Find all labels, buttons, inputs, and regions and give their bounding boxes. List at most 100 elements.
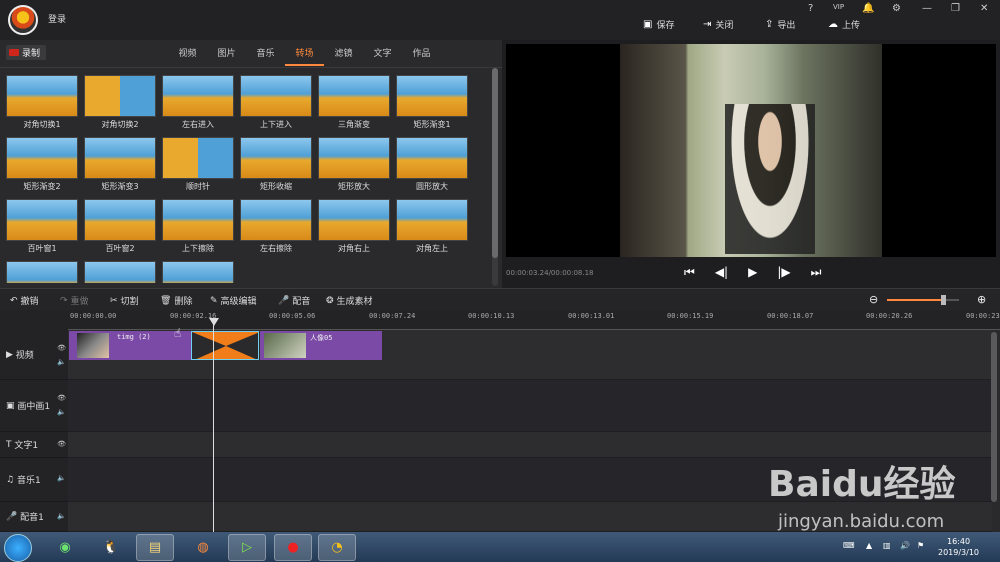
tab-image[interactable]: 图片 [207, 46, 246, 66]
transition-tile[interactable]: 对角切换2 [84, 75, 156, 131]
scroll-thumb[interactable] [492, 68, 498, 258]
eye-icon[interactable]: 👁 [57, 344, 66, 352]
transition-tile[interactable]: 对角右上 [318, 199, 390, 255]
skip-end-icon[interactable]: ⏭ [811, 265, 822, 280]
zoom-slider[interactable]: ⊖ ⊕ [869, 293, 989, 307]
app-folder-icon[interactable]: ▤ [136, 534, 174, 561]
watermark-brand: Baidu经验 [768, 464, 956, 505]
volume-icon[interactable]: 🔊 [900, 541, 910, 550]
cut-button[interactable]: ✂ 切割 [110, 294, 139, 308]
tab-music[interactable]: 音乐 [246, 46, 285, 66]
bell-icon[interactable]: 🔔 [862, 3, 874, 14]
transition-tile[interactable]: 左右擦除 [240, 199, 312, 255]
avatar[interactable] [8, 5, 38, 35]
tab-filter[interactable]: 滤镜 [324, 46, 363, 66]
transition-tile[interactable]: 三角渐变 [318, 75, 390, 131]
track-pip[interactable]: ▣ 画中画1 👁 🔈 [0, 380, 68, 432]
gear-icon[interactable]: ⚙ [892, 3, 901, 14]
login-link[interactable]: 登录 [48, 12, 66, 25]
timeline-ruler[interactable]: 00:00:00.00 00:00:02.16 00:00:05.06 00:0… [68, 310, 1000, 330]
network-icon[interactable]: ▥ [883, 541, 891, 550]
media-scrollbar[interactable] [492, 68, 498, 286]
transition-tile[interactable] [6, 261, 78, 283]
playhead-handle[interactable] [209, 318, 219, 326]
transition-label: 百叶窗1 [27, 244, 57, 253]
delete-button[interactable]: 🗑 删除 [160, 294, 192, 308]
transition-tile[interactable]: 矩形放大 [318, 137, 390, 193]
generate-button[interactable]: ❂ 生成素材 [326, 294, 373, 308]
undo-icon: ↶ [10, 295, 18, 306]
track-text[interactable]: T 文字1 👁 [0, 432, 68, 458]
transition-tile[interactable]: 顺时针 [162, 137, 234, 193]
undo-button[interactable]: ↶ 撤销 [10, 294, 39, 308]
speaker-icon[interactable]: 🔈 [57, 474, 66, 482]
close-window-icon[interactable]: ✕ [980, 3, 988, 14]
zoom-knob[interactable] [941, 295, 947, 305]
video-clip[interactable]: 人像05 [260, 331, 382, 360]
export-button[interactable]: ⇪ 导出 [765, 18, 795, 31]
transition-tile[interactable]: 矩形渐变3 [84, 137, 156, 193]
step-back-icon[interactable]: ◀| [715, 265, 728, 280]
app-recorder-icon[interactable]: ● [274, 534, 312, 561]
start-button[interactable] [4, 534, 32, 562]
playhead[interactable] [213, 318, 214, 532]
transition-tile[interactable]: 圆形放大 [396, 137, 468, 193]
tab-text[interactable]: 文字 [363, 46, 402, 66]
app-360-icon[interactable]: ◉ [46, 534, 84, 561]
transition-tile[interactable]: 矩形渐变1 [396, 75, 468, 131]
vip-icon[interactable]: VIP [833, 3, 844, 11]
app-player-icon[interactable]: ▷ [228, 534, 266, 561]
record-button[interactable]: 录制 [6, 45, 46, 60]
upload-button[interactable]: ☁ 上传 [828, 18, 860, 31]
transition-label: 左右进入 [182, 120, 214, 129]
transition-tile[interactable]: 对角左上 [396, 199, 468, 255]
transition-tile[interactable]: 左右进入 [162, 75, 234, 131]
video-clip[interactable]: timg (2) [69, 331, 191, 360]
advanced-edit-button[interactable]: ✎ 高级编辑 [210, 294, 257, 308]
transition-tile[interactable]: 百叶窗1 [6, 199, 78, 255]
skip-start-icon[interactable]: ⏮ [684, 265, 695, 280]
play-icon[interactable]: ▶ [748, 265, 757, 280]
speaker-icon[interactable]: 🔈 [57, 512, 66, 520]
tray-arrow-icon[interactable]: ▲ [866, 541, 872, 550]
transition-tile[interactable]: 矩形渐变2 [6, 137, 78, 193]
speaker-icon[interactable]: 🔈 [57, 408, 66, 416]
app-qq-icon[interactable]: 🐧 [92, 534, 130, 561]
timeline-scrollbar[interactable] [991, 332, 997, 502]
flag-icon[interactable]: ⚑ [917, 541, 924, 550]
transition-tile[interactable] [162, 261, 234, 283]
tab-video[interactable]: 视频 [168, 46, 207, 66]
maximize-icon[interactable]: ❐ [951, 3, 960, 14]
transition-tile[interactable]: 矩形收缩 [240, 137, 312, 193]
track-music[interactable]: ♫ 音乐1 🔈 [0, 458, 68, 502]
transition-tile[interactable]: 上下擦除 [162, 199, 234, 255]
transition-thumb [84, 261, 156, 283]
step-forward-icon[interactable]: |▶ [777, 265, 790, 280]
track-voice[interactable]: 🎤 配音1 🔈 [0, 502, 68, 532]
tab-works[interactable]: 作品 [402, 46, 441, 66]
transition-tile[interactable] [84, 261, 156, 283]
taskbar-clock[interactable]: 16:40 2019/3/10 [938, 536, 979, 558]
zoom-out-icon[interactable]: ⊖ [869, 293, 878, 306]
transition-thumb [396, 137, 468, 179]
keyboard-icon[interactable]: ⌨ [843, 541, 855, 550]
tab-transition[interactable]: 转场 [285, 46, 324, 66]
eye-icon[interactable]: 👁 [57, 394, 66, 402]
app-editor-icon[interactable]: ◔ [318, 534, 356, 561]
transition-clip[interactable] [191, 331, 259, 360]
eye-icon[interactable]: 👁 [57, 440, 66, 448]
app-firefox-icon[interactable]: ◍ [184, 534, 222, 561]
lane-pip[interactable] [68, 380, 992, 432]
transition-tile[interactable]: 对角切换1 [6, 75, 78, 131]
redo-button[interactable]: ↷ 重做 [60, 294, 89, 308]
dub-button[interactable]: 🎤 配音 [278, 294, 310, 308]
speaker-icon[interactable]: 🔈 [57, 358, 66, 366]
minimize-icon[interactable]: — [922, 3, 932, 14]
zoom-in-icon[interactable]: ⊕ [977, 293, 986, 306]
transition-tile[interactable]: 百叶窗2 [84, 199, 156, 255]
transition-tile[interactable]: 上下进入 [240, 75, 312, 131]
close-button[interactable]: ⇥ 关闭 [703, 18, 733, 31]
save-button[interactable]: ▣ 保存 [643, 18, 674, 31]
help-icon[interactable]: ? [808, 3, 813, 14]
track-video[interactable]: ▶ 视频 👁 🔈 [0, 330, 68, 380]
